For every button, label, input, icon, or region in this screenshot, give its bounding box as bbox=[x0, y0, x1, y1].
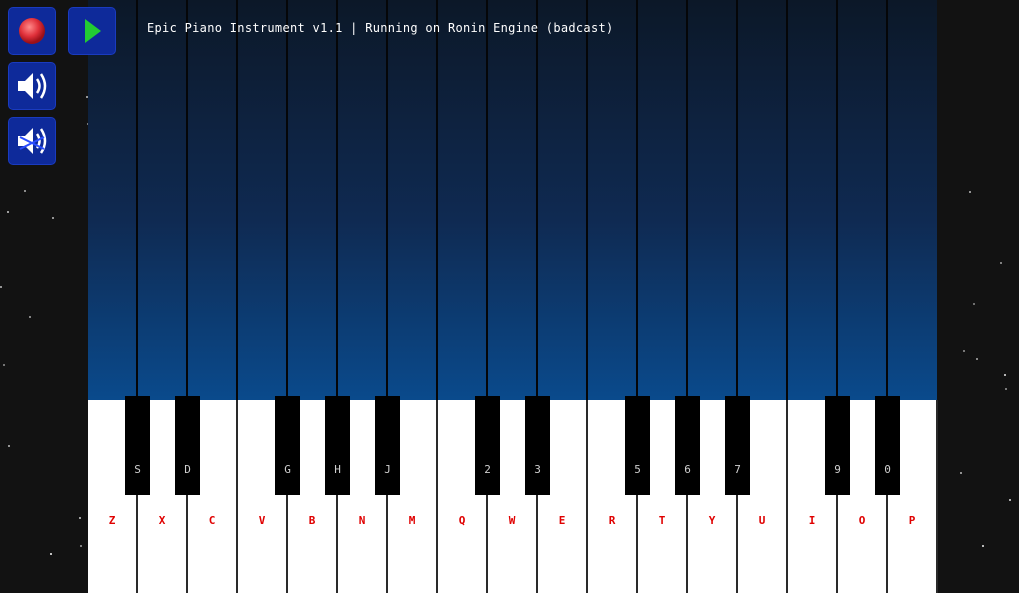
star bbox=[80, 545, 82, 547]
lane-divider bbox=[586, 0, 588, 400]
star bbox=[1000, 262, 1002, 264]
black-key-label: 2 bbox=[484, 463, 491, 476]
record-button[interactable] bbox=[8, 7, 56, 55]
star bbox=[79, 517, 81, 519]
lane-divider bbox=[136, 0, 138, 400]
star bbox=[8, 445, 10, 447]
lane-divider bbox=[736, 0, 738, 400]
white-key-label: Y bbox=[708, 514, 716, 527]
white-key-label: I bbox=[808, 514, 816, 527]
lane-divider bbox=[786, 0, 788, 400]
black-key-label: J bbox=[384, 463, 391, 476]
star bbox=[973, 303, 975, 305]
lane-divider bbox=[686, 0, 688, 400]
lane-divider bbox=[836, 0, 838, 400]
black-key[interactable]: J bbox=[375, 396, 400, 495]
black-key[interactable]: 3 bbox=[525, 396, 550, 495]
star bbox=[1004, 374, 1006, 376]
lane-divider bbox=[886, 0, 888, 400]
star bbox=[3, 364, 5, 366]
white-key-label: N bbox=[358, 514, 366, 527]
black-key-label: G bbox=[284, 463, 291, 476]
star bbox=[29, 316, 31, 318]
lane-divider bbox=[536, 0, 538, 400]
lane-divider bbox=[436, 0, 438, 400]
black-key[interactable]: D bbox=[175, 396, 200, 495]
black-key-label: 3 bbox=[534, 463, 541, 476]
white-key-label: E bbox=[558, 514, 566, 527]
white-key-label: P bbox=[908, 514, 916, 527]
star bbox=[0, 286, 2, 288]
star bbox=[963, 350, 965, 352]
lane-divider bbox=[386, 0, 388, 400]
star bbox=[50, 553, 52, 555]
app-title: Epic Piano Instrument v1.1 | Running on … bbox=[147, 21, 614, 35]
black-key-label: 0 bbox=[884, 463, 891, 476]
star bbox=[969, 191, 971, 193]
star bbox=[976, 358, 978, 360]
black-key[interactable]: 2 bbox=[475, 396, 500, 495]
star bbox=[7, 211, 9, 213]
play-icon bbox=[85, 19, 101, 43]
white-key-label: B bbox=[308, 514, 316, 527]
white-key-label: T bbox=[658, 514, 666, 527]
volume-button[interactable] bbox=[8, 62, 56, 110]
black-key[interactable]: G bbox=[275, 396, 300, 495]
black-key[interactable]: 6 bbox=[675, 396, 700, 495]
star bbox=[1009, 499, 1011, 501]
lane-divider bbox=[236, 0, 238, 400]
lane-divider bbox=[486, 0, 488, 400]
play-button[interactable] bbox=[68, 7, 116, 55]
white-key-label: V bbox=[258, 514, 266, 527]
lane-divider bbox=[286, 0, 288, 400]
black-key[interactable]: 0 bbox=[875, 396, 900, 495]
star bbox=[52, 217, 54, 219]
star bbox=[982, 545, 984, 547]
speaker-icon bbox=[18, 73, 47, 99]
black-key[interactable]: 9 bbox=[825, 396, 850, 495]
black-key-label: 7 bbox=[734, 463, 741, 476]
black-key-label: 6 bbox=[684, 463, 691, 476]
mute-button[interactable] bbox=[8, 117, 56, 165]
star bbox=[1005, 388, 1007, 390]
black-key-label: 9 bbox=[834, 463, 841, 476]
white-key-label: Z bbox=[108, 514, 116, 527]
black-key-label: H bbox=[334, 463, 341, 476]
black-key[interactable]: 5 bbox=[625, 396, 650, 495]
lane-divider bbox=[636, 0, 638, 400]
black-key[interactable]: H bbox=[325, 396, 350, 495]
star bbox=[960, 472, 962, 474]
white-key-label: C bbox=[208, 514, 216, 527]
black-key-label: S bbox=[134, 463, 141, 476]
black-key[interactable]: S bbox=[125, 396, 150, 495]
lane-divider bbox=[186, 0, 188, 400]
white-key-label: M bbox=[408, 514, 416, 527]
white-key-label: U bbox=[758, 514, 766, 527]
white-key-label: X bbox=[158, 514, 166, 527]
speaker-muted-icon bbox=[18, 128, 47, 154]
white-key-label: O bbox=[858, 514, 866, 527]
white-key-label: Q bbox=[458, 514, 466, 527]
record-icon bbox=[19, 18, 45, 44]
white-key-label: R bbox=[608, 514, 616, 527]
black-key-label: 5 bbox=[634, 463, 641, 476]
black-key-label: D bbox=[184, 463, 191, 476]
lane-divider bbox=[336, 0, 338, 400]
note-lanes bbox=[88, 0, 937, 400]
white-key-label: W bbox=[508, 514, 516, 527]
piano-keyboard: Z X C V B N M Q W E R T Y U I O P S D G H J 2 3 5 6 7 9 0 bbox=[88, 396, 938, 593]
black-key[interactable]: 7 bbox=[725, 396, 750, 495]
star bbox=[24, 190, 26, 192]
